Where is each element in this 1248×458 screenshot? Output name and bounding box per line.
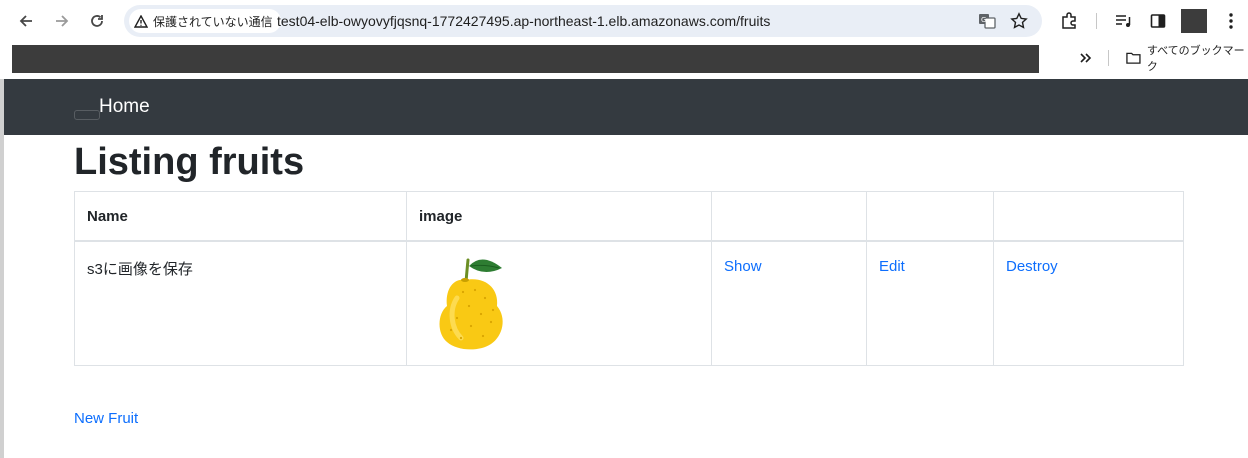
svg-text:G: G <box>981 16 986 24</box>
edit-link[interactable]: Edit <box>879 258 905 275</box>
bookmarks-divider <box>1108 50 1109 66</box>
browser-toolbar: 保護されていない通信 test04-elb-owyovyfjqsnq-17724… <box>0 0 1248 42</box>
media-icon <box>1116 15 1131 27</box>
site-navbar: Home <box>4 79 1248 135</box>
url-text[interactable]: test04-elb-owyovyfjqsnq-1772427495.ap-no… <box>277 5 770 37</box>
back-icon <box>19 15 32 27</box>
header-empty-2 <box>866 191 994 242</box>
address-bar[interactable]: 保護されていない通信 test04-elb-owyovyfjqsnq-17724… <box>124 5 1042 37</box>
destroy-link[interactable]: Destroy <box>1006 258 1058 275</box>
fruit-name-cell: s3に画像を保存 <box>74 240 407 366</box>
header-name: Name <box>74 191 407 242</box>
toolbar-divider <box>1096 13 1097 29</box>
star-icon <box>1010 12 1028 29</box>
security-chip-label: 保護されていない通信 <box>153 14 273 29</box>
side-panel-button[interactable] <box>1145 8 1171 34</box>
media-button[interactable] <box>1110 8 1136 34</box>
table-row: s3に画像を保存 Show Edit Destroy <box>74 240 1184 366</box>
side-panel-icon <box>1150 14 1166 28</box>
nav-home-link[interactable]: Home <box>99 96 150 118</box>
header-image: image <box>406 191 712 242</box>
show-link[interactable]: Show <box>724 258 762 275</box>
window-edge <box>0 79 4 458</box>
forward-button[interactable] <box>49 8 75 34</box>
show-cell: Show <box>711 240 867 366</box>
security-chip[interactable]: 保護されていない通信 <box>129 9 281 33</box>
page-title: Listing fruits <box>74 141 305 183</box>
extensions-icon <box>1062 12 1076 29</box>
reload-button[interactable] <box>84 8 110 34</box>
chevron-double-right-icon <box>1080 53 1092 63</box>
warning-icon <box>134 14 148 28</box>
profile-avatar[interactable] <box>1181 9 1207 33</box>
all-bookmarks-button[interactable]: すべてのブックマーク <box>1126 42 1248 74</box>
reload-icon <box>91 15 103 27</box>
header-empty-1 <box>711 191 867 242</box>
fruits-table: Name image s3に画像を保存 Show Edit Destroy <box>74 191 1184 366</box>
browser-menu-button[interactable] <box>1218 8 1244 34</box>
edit-cell: Edit <box>866 240 994 366</box>
forward-icon <box>56 15 69 27</box>
bookmark-star-button[interactable] <box>1007 9 1031 33</box>
menu-icon <box>1229 13 1233 29</box>
fruit-image-cell <box>406 240 712 366</box>
header-empty-3 <box>993 191 1184 242</box>
all-bookmarks-label: すべてのブックマーク <box>1146 45 1245 73</box>
redacted-bookmarks <box>12 45 1039 73</box>
translate-icon: G <box>979 14 996 29</box>
new-fruit-link[interactable]: New Fruit <box>74 410 138 427</box>
table-header-row: Name image <box>74 191 1184 242</box>
destroy-cell: Destroy <box>993 240 1184 366</box>
back-button[interactable] <box>13 8 39 34</box>
extensions-button[interactable] <box>1056 8 1082 34</box>
yuzu-fruit-image <box>439 258 503 350</box>
more-bookmarks-button[interactable] <box>1076 48 1096 68</box>
navbar-toggler[interactable] <box>74 110 100 120</box>
bookmarks-bar: すべてのブックマーク <box>0 42 1248 78</box>
folder-icon <box>1126 52 1141 64</box>
translate-button[interactable]: G <box>975 9 999 33</box>
